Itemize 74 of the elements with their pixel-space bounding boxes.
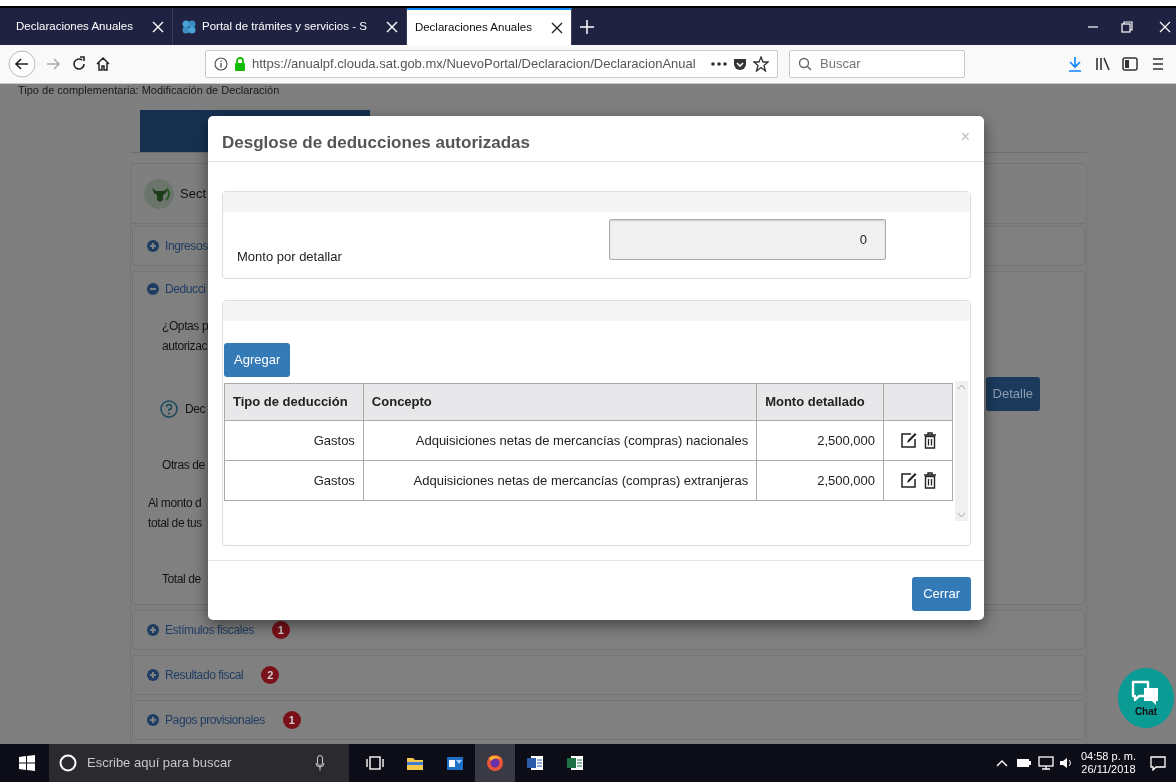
back-icon[interactable] xyxy=(8,50,36,78)
column-header: Concepto xyxy=(363,383,757,421)
note-text: Al monto d total de tus xyxy=(148,495,202,532)
column-header: Monto detallado xyxy=(756,383,884,421)
more-icon[interactable] xyxy=(711,61,727,67)
task-view-icon[interactable] xyxy=(366,754,384,772)
new-tab-icon[interactable] xyxy=(579,20,594,34)
table-cell: 2,500,000 xyxy=(756,420,884,461)
document-app-icon[interactable] xyxy=(526,754,544,772)
chat-button[interactable]: Chat xyxy=(1118,668,1174,728)
field-label: Otras de xyxy=(162,457,205,474)
accordion-header[interactable]: Resultado fiscal xyxy=(147,666,244,684)
accordion-header[interactable]: Deducci xyxy=(147,280,206,298)
address-bar[interactable]: https://anualpf.clouda.sat.gob.mx/NuevoPortal/Declaracion/DeclaracionAnual xyxy=(205,50,778,78)
lock-icon[interactable] xyxy=(234,57,246,71)
library-icon[interactable] xyxy=(1095,56,1111,72)
table-cell: Adquisiciones netas de mercancías (compras) extranjeras xyxy=(363,460,757,501)
count-badge: 1 xyxy=(271,621,290,639)
table-cell: Gastos xyxy=(224,460,364,501)
column-header: Tipo de deducción xyxy=(224,383,364,421)
accordion-header[interactable]: Estímulos fiscales xyxy=(147,621,254,639)
edit-icon[interactable] xyxy=(899,472,917,489)
microphone-icon[interactable] xyxy=(315,755,325,771)
count-badge: 2 xyxy=(261,666,280,684)
add-button[interactable]: Agregar xyxy=(224,343,291,377)
download-icon[interactable] xyxy=(1067,56,1083,72)
question-text: ¿Optas p autorizac xyxy=(162,318,209,355)
star-icon[interactable] xyxy=(753,56,769,72)
table-cell: Gastos xyxy=(224,420,364,461)
table-cell: 2,500,000 xyxy=(756,460,884,501)
spreadsheet-app-icon[interactable] xyxy=(566,754,584,772)
accordion-header[interactable]: Ingresos xyxy=(147,237,208,255)
amount-field[interactable]: 0 xyxy=(609,219,886,260)
mail-app-icon[interactable] xyxy=(446,754,464,772)
restore-icon[interactable] xyxy=(1121,21,1133,33)
taskbar-search-bar[interactable]: Escribe aquí para buscar xyxy=(49,744,349,782)
close-icon[interactable] xyxy=(550,21,563,34)
page-subtitle: Tipo de complementaria: Modificación de Declaración xyxy=(17,84,281,96)
browser-tab[interactable]: Declaraciones Anuales xyxy=(406,8,572,45)
count-badge: 1 xyxy=(282,711,301,729)
trash-icon[interactable] xyxy=(922,472,937,489)
chevron-up-icon[interactable] xyxy=(995,759,1008,767)
accordion-header[interactable]: Pagos provisionales xyxy=(147,711,265,729)
table-cell: Adquisiciones netas de mercancías (compras) nacionales xyxy=(363,420,757,461)
windows-logo-icon[interactable] xyxy=(19,755,35,771)
section-title: Sect xyxy=(180,184,206,203)
pocket-icon[interactable] xyxy=(733,57,747,71)
reload-icon[interactable] xyxy=(71,56,87,72)
info-icon[interactable] xyxy=(214,57,228,71)
menu-icon[interactable] xyxy=(1153,57,1163,71)
taskbar-search-input[interactable]: Escribe aquí para buscar xyxy=(85,752,315,774)
field-label: Total de xyxy=(162,571,201,588)
dialog-title: Desglose de deducciones autorizadas xyxy=(222,133,530,154)
chat-bubbles-icon xyxy=(1131,679,1161,707)
close-button[interactable]: Cerrar xyxy=(912,577,971,611)
detail-button[interactable]: Detalle xyxy=(985,377,1040,411)
field-label: Dec xyxy=(185,401,206,418)
help-icon[interactable] xyxy=(160,400,178,418)
search-icon xyxy=(798,57,812,71)
search-bar[interactable]: Buscar xyxy=(789,50,965,78)
search-circle-icon xyxy=(59,754,77,772)
logo-icon xyxy=(144,177,174,210)
sidebar-icon[interactable] xyxy=(1122,56,1138,72)
notification-icon[interactable] xyxy=(1150,755,1166,771)
field-label: Monto por detallar xyxy=(236,247,343,266)
url-text[interactable]: https://anualpf.clouda.sat.gob.mx/NuevoPortal/Declaracion/DeclaracionAnual xyxy=(252,54,697,74)
trash-icon[interactable] xyxy=(922,432,937,449)
clock-text[interactable]: 04:58 p. m. 26/11/2018 xyxy=(1080,750,1136,776)
edit-icon[interactable] xyxy=(899,432,917,449)
volume-icon[interactable] xyxy=(1058,756,1073,770)
network-icon[interactable] xyxy=(1037,756,1054,770)
battery-icon[interactable] xyxy=(1015,757,1032,769)
home-icon[interactable] xyxy=(95,56,111,72)
browser-app-icon[interactable] xyxy=(486,754,504,772)
